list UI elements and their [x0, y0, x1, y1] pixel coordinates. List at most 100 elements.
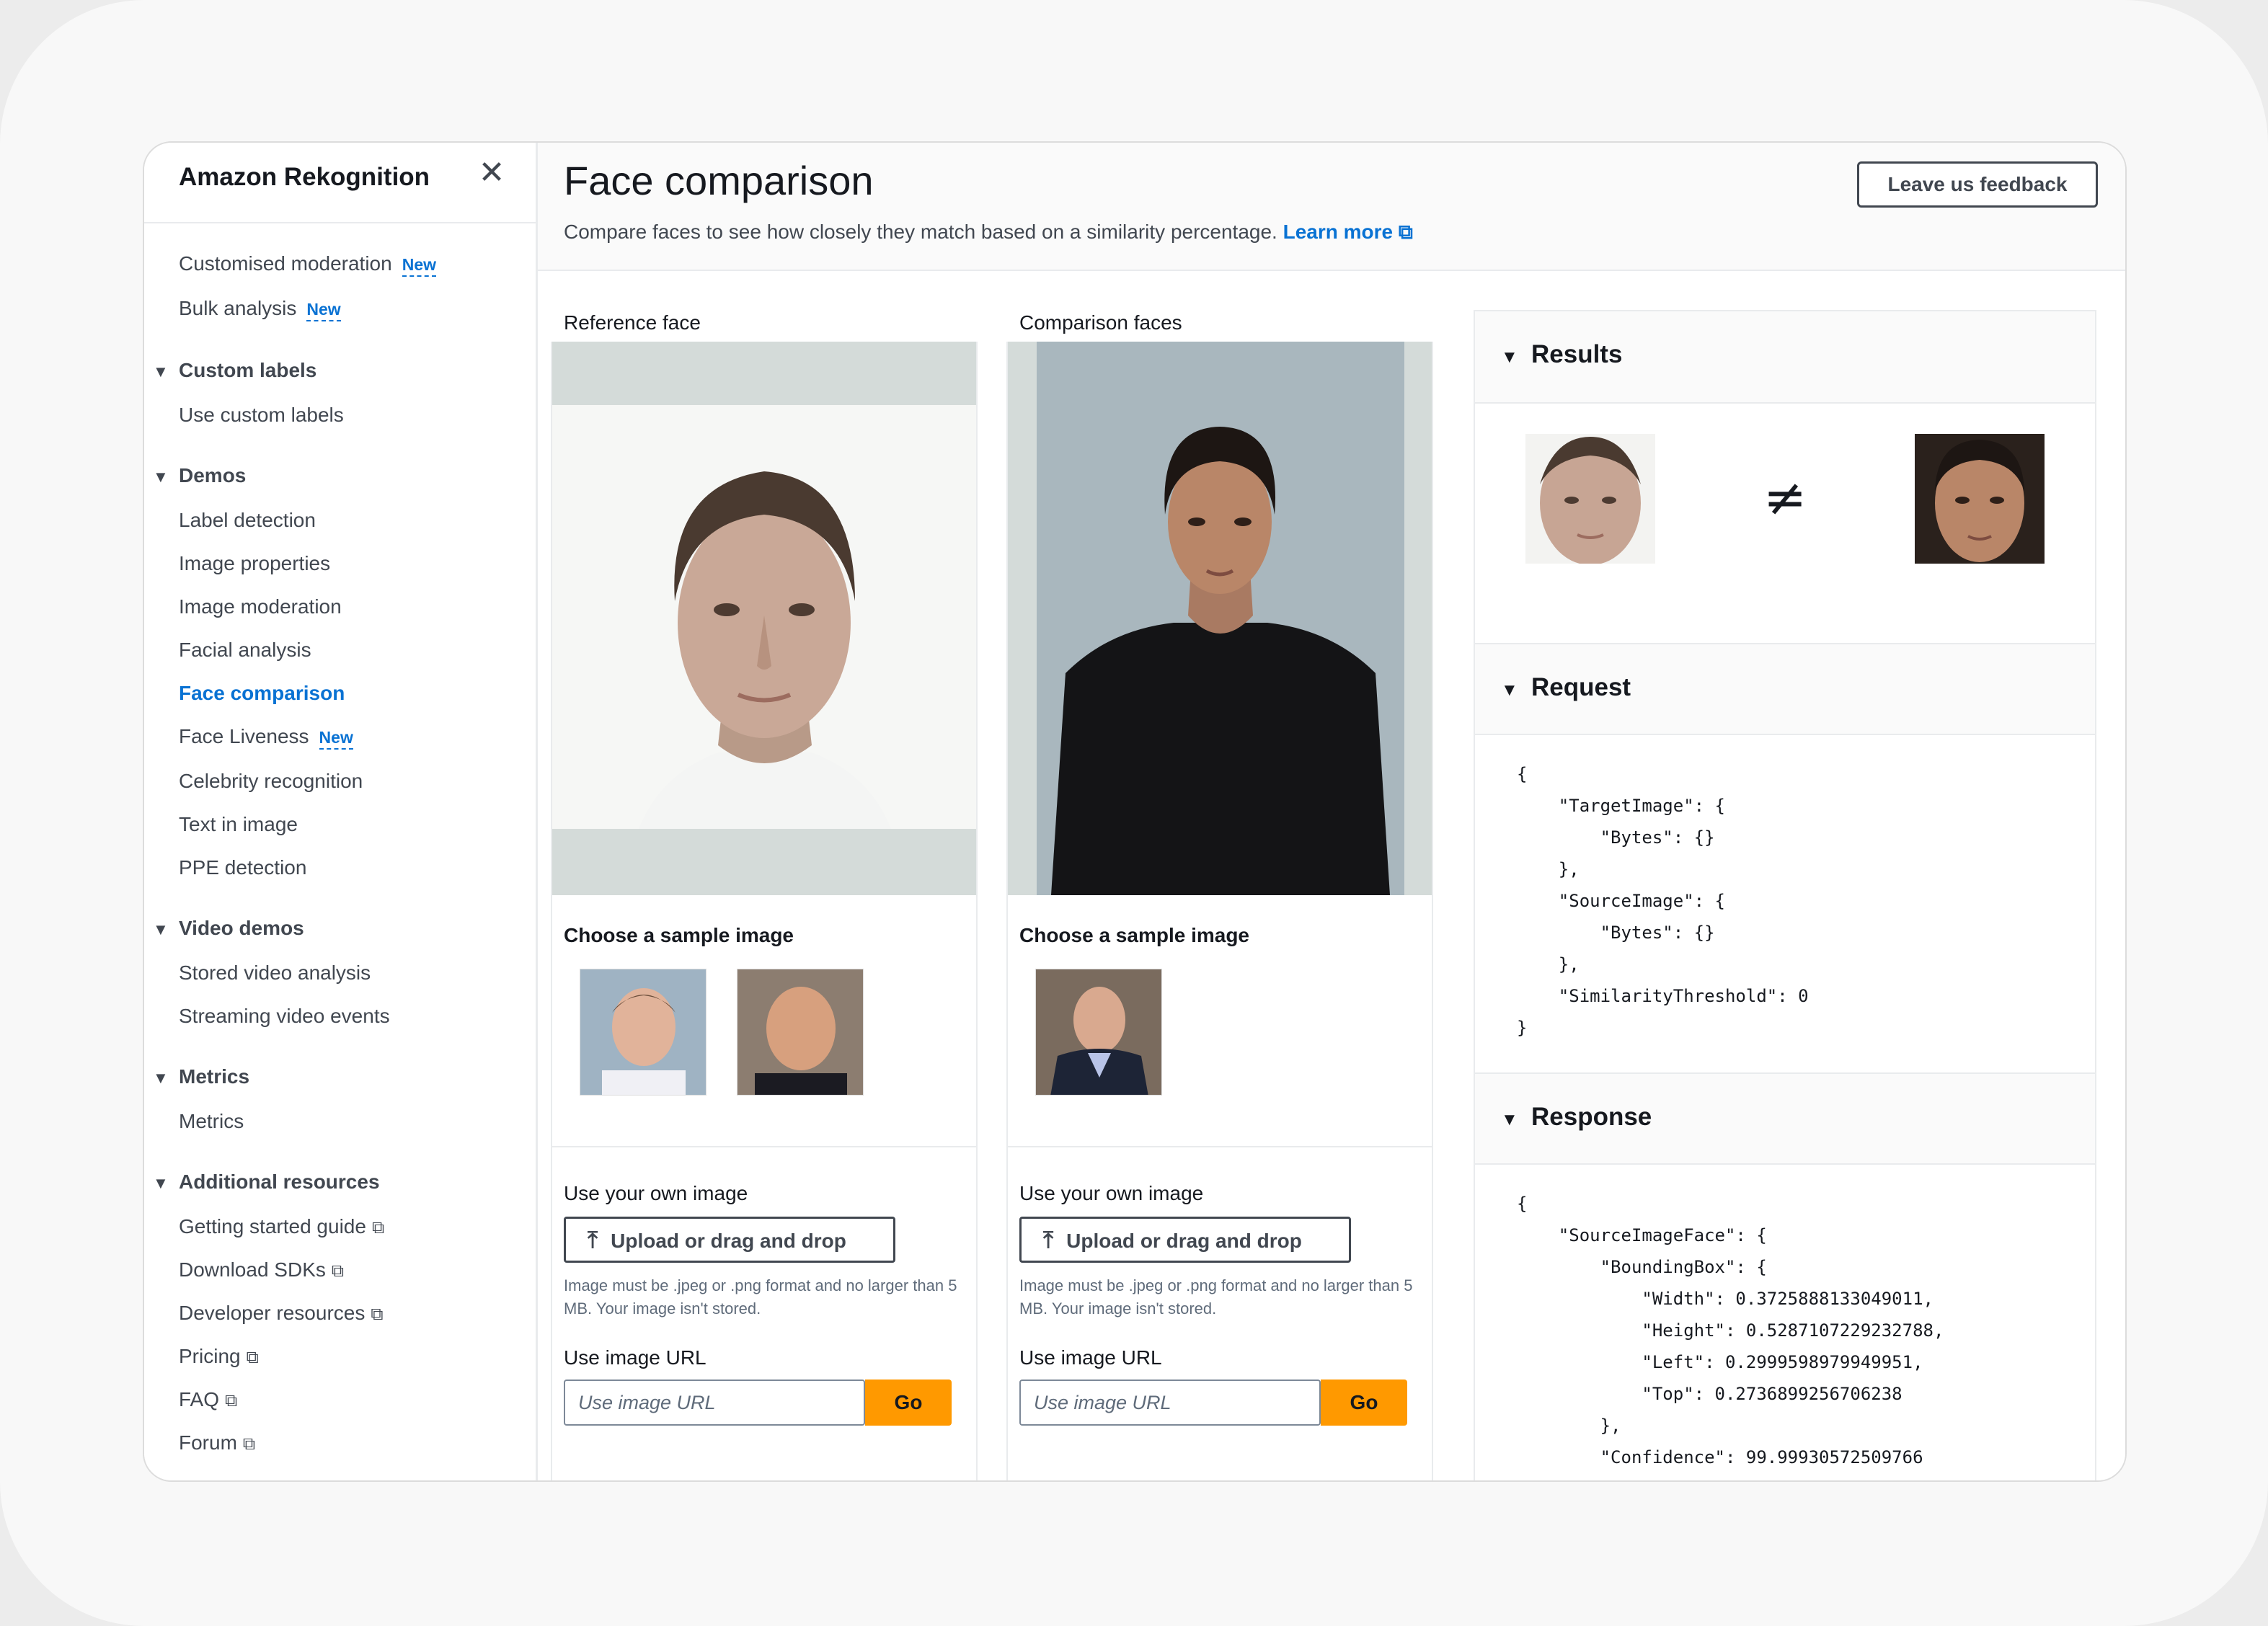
- external-link-icon: ⧉: [331, 1261, 345, 1281]
- sidebar-item-streaming-video-events[interactable]: Streaming video events: [179, 1005, 390, 1028]
- external-link-icon: ⧉: [1398, 221, 1413, 243]
- section-label: Response: [1531, 1103, 1652, 1131]
- learn-more-link[interactable]: Learn more ⧉: [1283, 221, 1413, 243]
- request-header[interactable]: ▼ Request: [1475, 643, 2095, 735]
- upload-label: Upload or drag and drop: [611, 1230, 846, 1252]
- results-panel: ▼ Results ≠ ▼ Request { "TargetImage": { "…: [1474, 310, 2096, 1480]
- sidebar-item-faq[interactable]: FAQ ⧉: [179, 1388, 237, 1411]
- upload-icon: ⤒: [1043, 1227, 1054, 1253]
- sidebar: Amazon Rekognition ✕ Customised moderati…: [144, 143, 538, 1480]
- sample-thumbnail-3[interactable]: [1035, 969, 1162, 1096]
- leave-feedback-button[interactable]: Leave us feedback: [1857, 161, 2098, 208]
- section-divider: [552, 1146, 976, 1147]
- external-link-icon: ⧉: [225, 1391, 238, 1410]
- new-badge: New: [306, 300, 341, 321]
- image-url-label: Use image URL: [564, 1346, 706, 1369]
- image-url-input[interactable]: Use image URL: [1019, 1380, 1321, 1426]
- upload-hint: Image must be .jpeg or .png format and n…: [1019, 1276, 1413, 1318]
- go-button[interactable]: Go: [865, 1380, 952, 1426]
- section-title: Custom labels: [179, 359, 317, 381]
- section-label: Results: [1531, 340, 1623, 368]
- sample-thumbnail-1[interactable]: [580, 969, 706, 1096]
- go-button[interactable]: Go: [1321, 1380, 1407, 1426]
- sidebar-item-bulk-analysis[interactable]: Bulk analysis New: [179, 297, 341, 321]
- new-badge: New: [319, 728, 353, 750]
- upload-button[interactable]: ⤒ Upload or drag and drop: [564, 1217, 895, 1263]
- description-text: Compare faces to see how closely they ma…: [564, 221, 1277, 243]
- sample-image-title: Choose a sample image: [1019, 924, 1250, 946]
- external-link-icon: ⧉: [371, 1218, 385, 1238]
- section-divider: [1008, 1146, 1432, 1147]
- page-description: Compare faces to see how closely they ma…: [564, 221, 1413, 244]
- reference-face-label: Reference face: [564, 311, 701, 334]
- sidebar-item-metrics[interactable]: Metrics: [179, 1110, 244, 1133]
- comparison-face-image: [1008, 342, 1432, 895]
- result-reference-face: [1525, 434, 1655, 564]
- sidebar-item-label: Forum: [179, 1431, 237, 1454]
- sidebar-section-additional-resources[interactable]: ▼ Additional resources: [153, 1170, 380, 1194]
- results-title: ▼ Results: [1501, 340, 1622, 369]
- response-code: { "SourceImageFace": { "BoundingBox": { …: [1517, 1194, 1944, 1467]
- sidebar-item-label: Download SDKs: [179, 1258, 326, 1281]
- use-own-image-label: Use your own image: [1019, 1182, 1204, 1204]
- upload-icon: ⤒: [588, 1227, 598, 1253]
- result-comparison-face: [1915, 434, 2045, 564]
- section-title: Video demos: [179, 917, 304, 939]
- section-title: Metrics: [179, 1065, 250, 1088]
- sidebar-item-face-comparison[interactable]: Face comparison: [179, 682, 345, 705]
- sidebar-item-customised-moderation[interactable]: Customised moderation New: [179, 252, 436, 277]
- caret-down-icon: ▼: [1501, 680, 1518, 700]
- use-own-image-label: Use your own image: [564, 1182, 748, 1204]
- caret-down-icon: ▼: [153, 468, 169, 486]
- sidebar-item-label: Getting started guide: [179, 1215, 366, 1238]
- sidebar-item-face-liveness[interactable]: Face Liveness New: [179, 725, 353, 750]
- caret-down-icon: ▼: [153, 1174, 169, 1192]
- external-link-icon: ⧉: [246, 1348, 259, 1367]
- sidebar-item-label: Developer resources: [179, 1302, 366, 1324]
- sidebar-item-label: Face Liveness: [179, 725, 309, 747]
- sidebar-section-demos[interactable]: ▼ Demos: [153, 464, 246, 487]
- sidebar-item-facial-analysis[interactable]: Facial analysis: [179, 639, 311, 662]
- results-header[interactable]: ▼ Results: [1475, 311, 2095, 404]
- sidebar-item-image-properties[interactable]: Image properties: [179, 552, 330, 575]
- upload-hint: Image must be .jpeg or .png format and n…: [564, 1276, 957, 1318]
- reference-face-image: [552, 342, 976, 895]
- new-badge: New: [402, 255, 436, 277]
- sidebar-item-ppe-detection[interactable]: PPE detection: [179, 856, 306, 879]
- sidebar-section-metrics[interactable]: ▼ Metrics: [153, 1065, 249, 1088]
- upload-button[interactable]: ⤒ Upload or drag and drop: [1019, 1217, 1351, 1263]
- page-title: Face comparison: [564, 158, 874, 203]
- response-header[interactable]: ▼ Response: [1475, 1072, 2095, 1165]
- not-equal-icon: ≠: [1763, 467, 1807, 528]
- sidebar-item-label: FAQ: [179, 1388, 220, 1410]
- sidebar-item-text-in-image[interactable]: Text in image: [179, 813, 298, 836]
- sidebar-item-developer-resources[interactable]: Developer resources ⧉: [179, 1302, 383, 1325]
- comparison-faces-panel: Choose a sample image Use your own image…: [1006, 342, 1433, 1480]
- response-title: ▼ Response: [1501, 1103, 1652, 1132]
- image-url-label: Use image URL: [1019, 1346, 1162, 1369]
- sidebar-item-label: Pricing: [179, 1345, 241, 1367]
- image-url-input[interactable]: Use image URL: [564, 1380, 865, 1426]
- close-icon[interactable]: ✕: [477, 157, 506, 189]
- request-title: ▼ Request: [1501, 673, 1631, 702]
- section-title: Additional resources: [179, 1170, 380, 1193]
- sidebar-item-download-sdks[interactable]: Download SDKs ⧉: [179, 1258, 344, 1281]
- sample-thumbnail-2[interactable]: [737, 969, 864, 1096]
- caret-down-icon: ▼: [153, 920, 169, 938]
- caret-down-icon: ▼: [153, 363, 169, 381]
- sidebar-item-label-detection[interactable]: Label detection: [179, 509, 316, 532]
- caret-down-icon: ▼: [153, 1069, 169, 1087]
- sample-image-title: Choose a sample image: [564, 924, 794, 946]
- sidebar-title: Amazon Rekognition: [179, 163, 430, 191]
- sidebar-item-pricing[interactable]: Pricing ⧉: [179, 1345, 259, 1368]
- sidebar-item-use-custom-labels[interactable]: Use custom labels: [179, 404, 344, 427]
- sidebar-item-celebrity-recognition[interactable]: Celebrity recognition: [179, 770, 363, 793]
- caret-down-icon: ▼: [1501, 347, 1518, 367]
- sidebar-item-stored-video-analysis[interactable]: Stored video analysis: [179, 961, 371, 985]
- sidebar-item-getting-started-guide[interactable]: Getting started guide ⧉: [179, 1215, 384, 1238]
- sidebar-section-video-demos[interactable]: ▼ Video demos: [153, 917, 304, 940]
- sidebar-section-custom-labels[interactable]: ▼ Custom labels: [153, 359, 316, 382]
- sidebar-item-forum[interactable]: Forum ⧉: [179, 1431, 255, 1454]
- sidebar-item-image-moderation[interactable]: Image moderation: [179, 595, 342, 618]
- comparison-faces-label: Comparison faces: [1019, 311, 1182, 334]
